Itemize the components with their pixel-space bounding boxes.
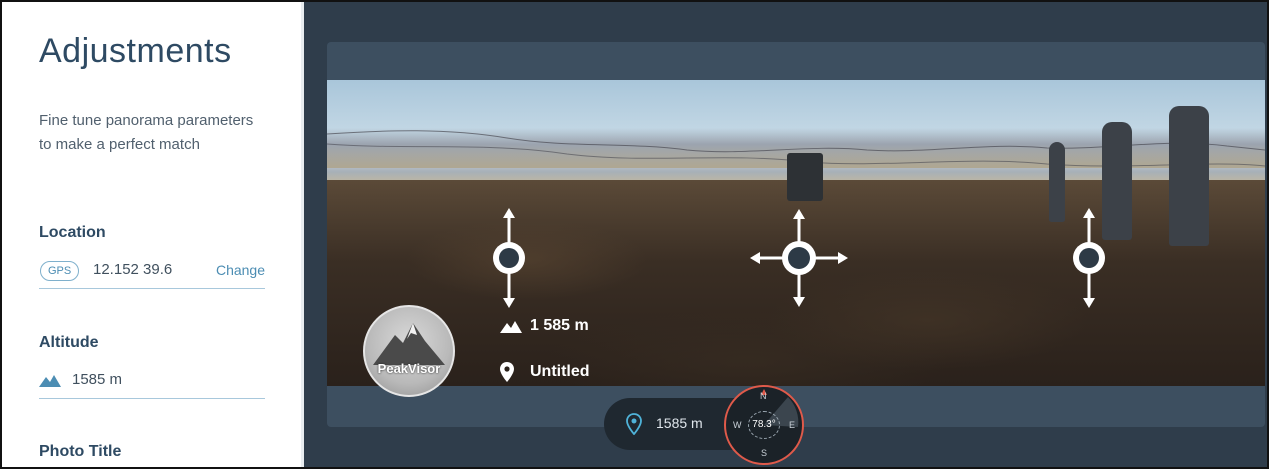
overlay-title-value: Untitled — [530, 363, 590, 380]
peakvisor-logo: PeakVisor — [363, 305, 455, 397]
bottom-altitude-value: 1585 m — [656, 415, 703, 431]
adjustments-panel: Adjustments Fine tune panorama parameter… — [2, 2, 304, 467]
compass-east: E — [789, 420, 796, 430]
location-pin-icon — [626, 413, 642, 435]
move-all-handle[interactable] — [750, 209, 848, 307]
location-label: Location — [39, 224, 106, 241]
overlay-altitude-value: 1 585 m — [530, 317, 589, 334]
tractor-silhouette — [787, 153, 823, 201]
location-pin-icon — [500, 362, 514, 382]
move-vertical-handle-right[interactable] — [1068, 208, 1110, 308]
compass-north: N — [760, 391, 767, 401]
gps-badge: GPS — [40, 261, 80, 281]
panel-description: Fine tune panorama parameters to make a … — [39, 112, 254, 153]
coordinates-value: 12.152 39.6 — [93, 261, 173, 278]
compass-heading: 78.3° — [748, 411, 780, 439]
peakvisor-mountain-icon — [373, 323, 445, 365]
move-vertical-handle-left[interactable] — [488, 208, 530, 308]
person-silhouette — [1169, 106, 1209, 246]
person-silhouette — [1049, 142, 1065, 222]
location-underline — [39, 288, 265, 289]
altitude-underline — [39, 398, 265, 399]
peakvisor-brand-text: PeakVisor — [377, 361, 441, 376]
compass-widget[interactable]: N S E W 78.3° — [724, 385, 804, 465]
altitude-label: Altitude — [39, 334, 99, 351]
photo-title-label: Photo Title — [39, 443, 122, 460]
compass-west: W — [733, 420, 742, 430]
mountain-icon — [500, 321, 522, 333]
panel-title: Adjustments — [39, 32, 232, 70]
mountain-icon — [39, 375, 61, 387]
panel-scrollbar[interactable] — [301, 2, 304, 467]
compass-south: S — [761, 448, 768, 458]
location-field: GPS 12.152 39.6 Change — [39, 259, 265, 289]
change-location-link[interactable]: Change — [216, 262, 265, 278]
altitude-value: 1585 m — [72, 371, 123, 388]
